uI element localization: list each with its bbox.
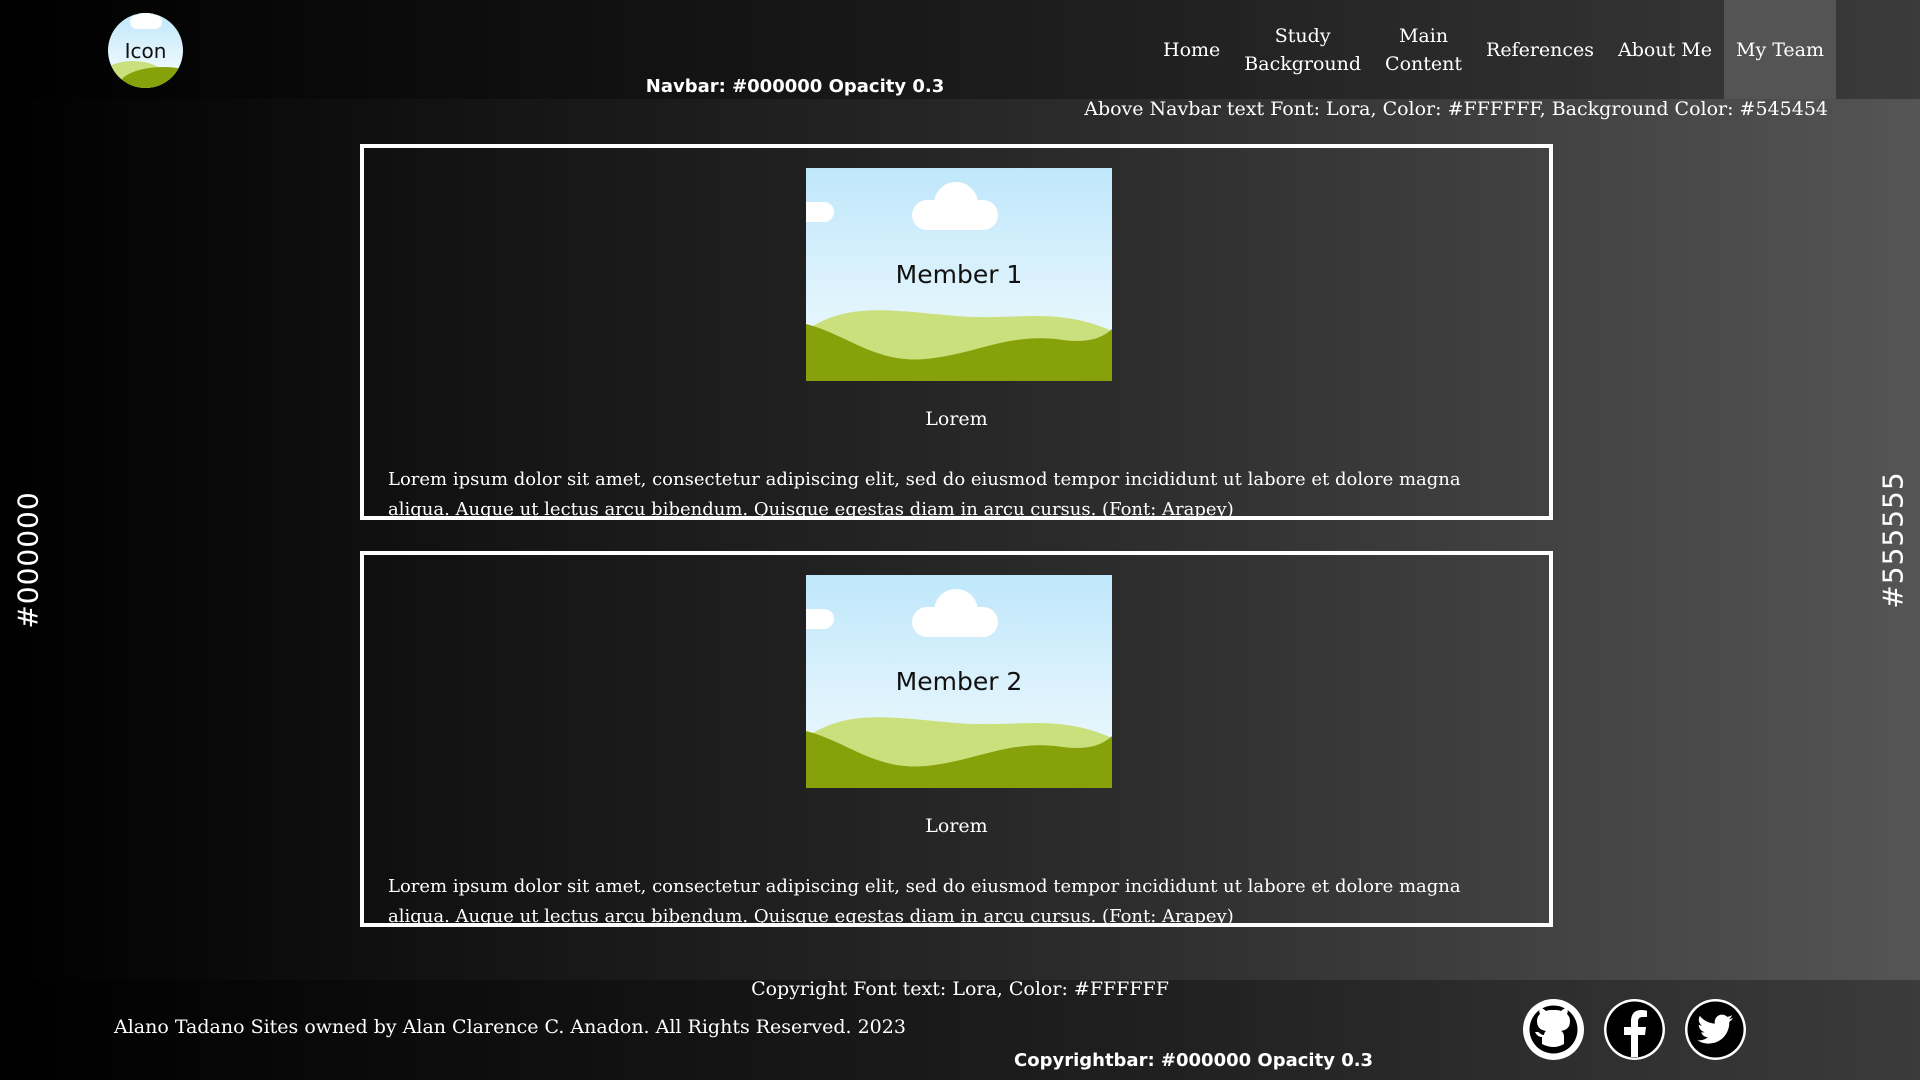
facebook-icon-glyph bbox=[1606, 1001, 1663, 1058]
hills-shape bbox=[806, 310, 1112, 381]
navbar: Icon Home Study Background Main Content … bbox=[0, 0, 1920, 99]
hills-shape bbox=[806, 717, 1112, 788]
nav-link-references[interactable]: References bbox=[1474, 0, 1606, 99]
cloud-shape bbox=[912, 182, 998, 230]
cloud-shape bbox=[912, 589, 998, 637]
nav-link-label: Study Background bbox=[1244, 24, 1362, 75]
member-card: Member 2 Lorem Lorem ipsum dolor sit ame… bbox=[360, 551, 1553, 927]
nav-link-my-team[interactable]: My Team bbox=[1723, 0, 1836, 99]
nav-link-main-content[interactable]: Main Content bbox=[1373, 0, 1474, 99]
member-title: Lorem bbox=[925, 408, 988, 430]
cloud-shape bbox=[130, 13, 162, 29]
twitter-icon[interactable] bbox=[1685, 999, 1746, 1060]
nav-link-label: Home bbox=[1163, 38, 1221, 61]
github-icon[interactable] bbox=[1523, 999, 1584, 1060]
nav-link-study-background[interactable]: Study Background bbox=[1232, 0, 1373, 99]
member-card: Member 1 Lorem Lorem ipsum dolor sit ame… bbox=[360, 144, 1553, 520]
navbar-annotation: Navbar: #000000 Opacity 0.3 bbox=[645, 76, 945, 97]
nav-link-label: My Team bbox=[1735, 38, 1824, 61]
member-image: Member 1 bbox=[806, 168, 1112, 381]
nav-link-label: References bbox=[1486, 38, 1595, 61]
cloud-shape bbox=[806, 202, 834, 222]
nav-links: Home Study Background Main Content Refer… bbox=[1151, 0, 1836, 99]
github-icon-glyph bbox=[1529, 1005, 1578, 1054]
member-image-label: Member 1 bbox=[895, 260, 1023, 289]
logo-icon[interactable]: Icon bbox=[108, 13, 183, 88]
copyright-annotation: Copyright Font text: Lora, Color: #FFFFF… bbox=[751, 978, 1169, 1000]
member-image: Member 2 bbox=[806, 575, 1112, 788]
copyright-bar-annotation: Copyrightbar: #000000 Opacity 0.3 bbox=[1014, 1050, 1374, 1071]
logo-label: Icon bbox=[124, 39, 167, 63]
member-description: Lorem ipsum dolor sit amet, consectetur … bbox=[388, 469, 1461, 520]
member-title: Lorem bbox=[925, 815, 988, 837]
left-color-label: #000000 bbox=[11, 491, 45, 629]
nav-link-label: About Me bbox=[1618, 38, 1712, 61]
cloud-shape bbox=[806, 609, 834, 629]
facebook-icon[interactable] bbox=[1604, 999, 1665, 1060]
nav-link-about-me[interactable]: About Me bbox=[1606, 0, 1724, 99]
member-description: Lorem ipsum dolor sit amet, consectetur … bbox=[388, 876, 1461, 927]
member-image-label: Member 2 bbox=[895, 667, 1023, 696]
nav-link-label: Main Content bbox=[1385, 24, 1463, 75]
nav-link-home[interactable]: Home bbox=[1151, 0, 1232, 99]
twitter-icon-glyph bbox=[1687, 1001, 1744, 1058]
above-navbar-annotation: Above Navbar text Font: Lora, Color: #FF… bbox=[1084, 98, 1828, 120]
right-color-label: #555555 bbox=[1876, 471, 1910, 609]
copyright-text: Alano Tadano Sites owned by Alan Clarenc… bbox=[114, 1016, 906, 1038]
